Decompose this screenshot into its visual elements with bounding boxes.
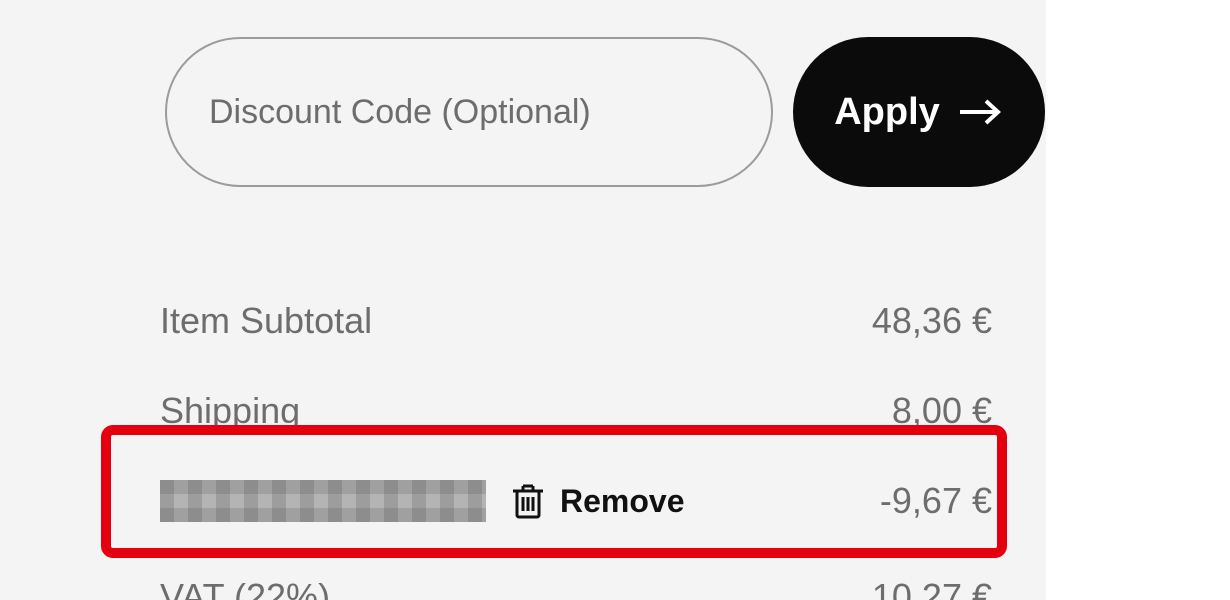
apply-button[interactable]: Apply: [793, 37, 1045, 187]
shipping-label: Shipping: [160, 390, 300, 432]
trash-icon: [510, 481, 546, 521]
vat-row: VAT (22%) 10,27 €: [160, 576, 992, 600]
apply-button-label: Apply: [834, 91, 940, 134]
discount-code-redacted: [160, 480, 486, 522]
arrow-right-icon: [958, 99, 1004, 125]
discount-code-input[interactable]: [165, 37, 773, 187]
discount-code-row: Apply: [165, 37, 1045, 187]
subtotal-value: 48,36 €: [872, 300, 992, 342]
remove-label: Remove: [560, 483, 685, 520]
remove-discount-button[interactable]: Remove: [510, 481, 685, 521]
vat-value: 10,27 €: [872, 576, 992, 600]
subtotal-row: Item Subtotal 48,36 €: [160, 300, 992, 342]
shipping-row: Shipping 8,00 €: [160, 390, 992, 432]
shipping-value: 8,00 €: [892, 390, 992, 432]
applied-discount-row: Remove -9,67 €: [160, 480, 992, 522]
checkout-summary-panel: Apply Item Subtotal 48,36 € Shipping 8,0…: [0, 0, 1046, 600]
subtotal-label: Item Subtotal: [160, 300, 372, 342]
discount-amount: -9,67 €: [880, 480, 992, 522]
vat-label: VAT (22%): [160, 576, 330, 600]
